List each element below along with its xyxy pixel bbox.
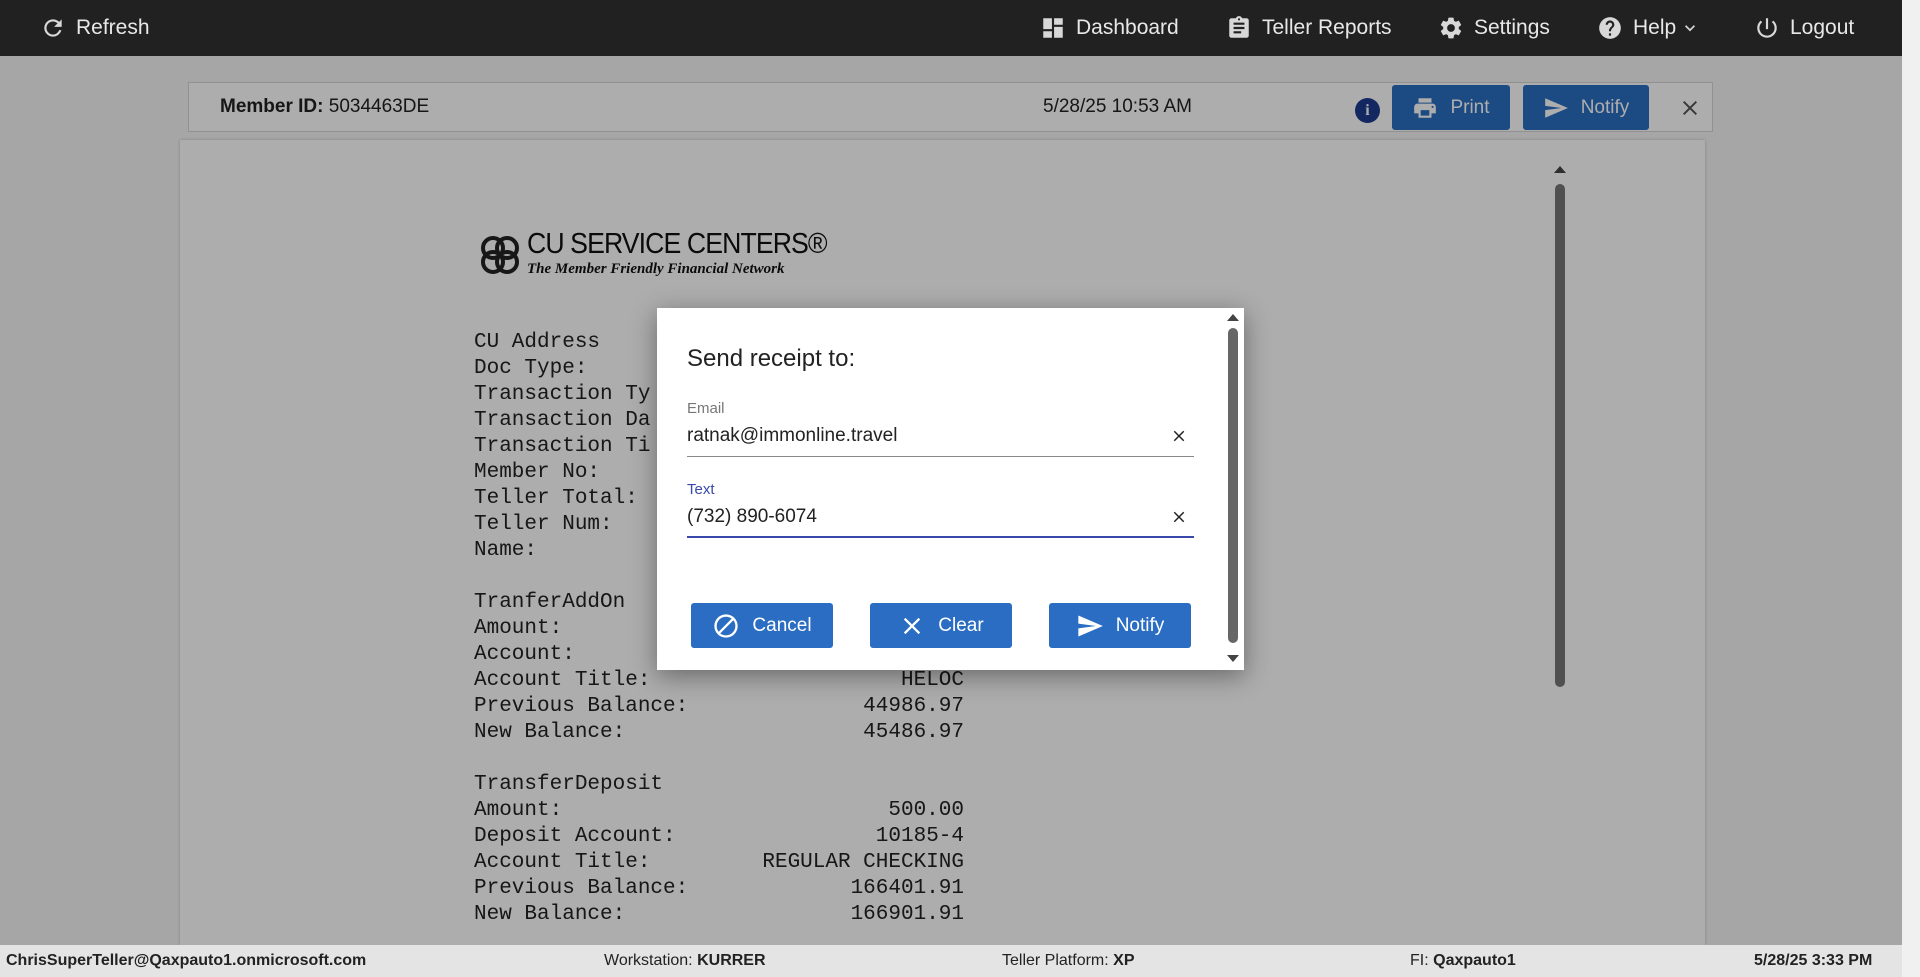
fi-value: Qaxpauto1	[1433, 952, 1516, 969]
text-field: Text	[687, 481, 1194, 538]
dashboard-icon	[1043, 18, 1063, 38]
teller-platform-info: Teller Platform: XP	[1002, 952, 1135, 970]
cancel-button[interactable]: Cancel	[691, 603, 833, 648]
text-label: Text	[687, 481, 715, 498]
fi-info: FI: Qaxpauto1	[1410, 952, 1516, 970]
power-icon	[1757, 18, 1777, 38]
dialog-notify-label: Notify	[1115, 614, 1165, 636]
dialog-title: Send receipt to:	[687, 345, 856, 372]
dialog-scroll-up-arrow[interactable]	[1227, 314, 1239, 321]
fi-label: FI:	[1410, 952, 1429, 969]
email-field: Email	[687, 400, 1194, 457]
clear-label: Clear	[938, 614, 984, 636]
status-bar: ChrisSuperTeller@Qaxpauto1.onmicrosoft.c…	[0, 945, 1902, 977]
send-receipt-dialog: Send receipt to: Email Text Cancel Clear…	[657, 308, 1244, 670]
block-icon	[714, 613, 739, 638]
help-menu[interactable]: Help	[1597, 0, 1700, 56]
dialog-scroll-down-arrow[interactable]	[1227, 655, 1239, 662]
help-circle-icon	[1599, 17, 1621, 39]
logout-label: Logout	[1790, 16, 1855, 39]
refresh-label: Refresh	[76, 16, 150, 39]
status-datetime: 5/28/25 3:33 PM	[1754, 952, 1873, 969]
refresh-button[interactable]: Refresh	[40, 0, 150, 56]
logout-button[interactable]: Logout	[1754, 0, 1854, 56]
clear-email-icon[interactable]	[1170, 427, 1188, 445]
teller-reports-label: Teller Reports	[1262, 16, 1392, 39]
clipboard-icon	[1229, 16, 1249, 38]
dashboard-label: Dashboard	[1076, 16, 1179, 39]
clear-button[interactable]: Clear	[870, 603, 1012, 648]
email-input[interactable]	[687, 417, 1147, 455]
help-label: Help	[1633, 16, 1677, 39]
cancel-label: Cancel	[752, 614, 812, 636]
gear-icon	[1440, 17, 1462, 39]
page-scrollbar[interactable]	[1902, 0, 1920, 977]
platform-value: XP	[1113, 952, 1135, 969]
close-icon	[904, 617, 921, 634]
workstation-info: Workstation: KURRER	[604, 952, 766, 970]
settings-label: Settings	[1474, 16, 1550, 39]
dialog-scrollbar-thumb[interactable]	[1228, 328, 1238, 643]
settings-nav[interactable]: Settings	[1438, 0, 1550, 56]
clear-text-icon[interactable]	[1170, 508, 1188, 526]
workstation-label: Workstation:	[604, 952, 693, 969]
top-navigation-bar: Refresh Dashboard Teller Reports Setting…	[0, 0, 1902, 56]
workstation-value: KURRER	[697, 952, 766, 969]
logged-in-user: ChrisSuperTeller@Qaxpauto1.onmicrosoft.c…	[6, 952, 367, 969]
platform-label: Teller Platform:	[1002, 952, 1109, 969]
send-icon	[1078, 615, 1103, 636]
email-label: Email	[687, 400, 725, 417]
chevron-down-icon	[1685, 25, 1696, 32]
teller-reports-nav[interactable]: Teller Reports	[1226, 0, 1392, 56]
dialog-notify-button[interactable]: Notify	[1049, 603, 1191, 648]
dashboard-nav[interactable]: Dashboard	[1040, 0, 1179, 56]
phone-input[interactable]	[687, 498, 1147, 536]
refresh-icon	[44, 19, 62, 37]
